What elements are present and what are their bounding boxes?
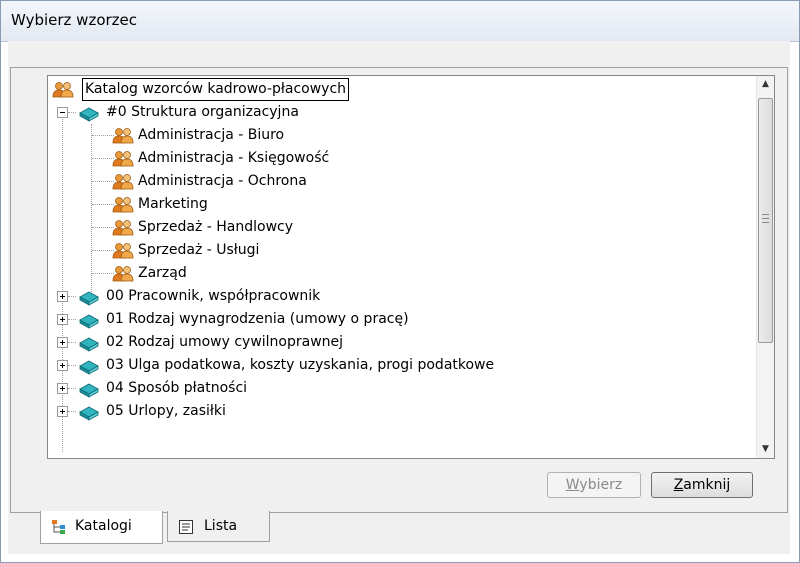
- tree-line: [92, 181, 114, 182]
- tree-line: [68, 342, 76, 343]
- hierarchy-icon: [52, 520, 65, 534]
- title-bar[interactable]: Wybierz wzorzec: [1, 1, 799, 42]
- close-button-label: amknij: [683, 477, 731, 493]
- people-icon: [112, 266, 134, 282]
- tab-lista[interactable]: Lista: [167, 511, 270, 542]
- tree-group-label: 05 Urlopy, zasiłki: [106, 403, 226, 419]
- expand-toggle-icon[interactable]: [57, 383, 68, 394]
- tree-group-label: 04 Sposób płatności: [106, 380, 248, 396]
- tree-child-label: Sprzedaż - Handlowcy: [138, 219, 294, 235]
- dialog-window: Wybierz wzorzec Katalog wzorców kadrowo-…: [0, 0, 800, 563]
- tree-line: [92, 273, 114, 274]
- book-icon: [79, 107, 99, 122]
- people-icon: [112, 174, 134, 190]
- tab-label: Katalogi: [75, 518, 132, 534]
- people-icon: [112, 243, 134, 259]
- tree-group-label: #0 Struktura organizacyjna: [106, 104, 299, 120]
- expand-toggle-icon[interactable]: [57, 314, 68, 325]
- tree-group-label: 00 Pracownik, współpracownik: [106, 288, 321, 304]
- book-icon: [79, 314, 99, 329]
- tree-child-label: Sprzedaż - Usługi: [138, 242, 260, 258]
- tree-line: [68, 319, 76, 320]
- collapse-toggle-icon[interactable]: [57, 107, 68, 118]
- grip-icon: [762, 214, 769, 223]
- tree-line: [91, 124, 92, 292]
- book-icon: [79, 291, 99, 306]
- expand-toggle-icon[interactable]: [57, 406, 68, 417]
- tree-child-label: Administracja - Księgowość: [138, 150, 330, 166]
- tree-group-label: 02 Rodzaj umowy cywilnoprawnej: [106, 334, 344, 350]
- tab-panel: Katalog wzorców kadrowo-płacowych #0 Str…: [10, 67, 788, 513]
- people-icon: [112, 151, 134, 167]
- list-icon: [179, 520, 193, 534]
- scrollbar-thumb[interactable]: [758, 98, 773, 343]
- scroll-up-arrow-icon[interactable]: ▲: [757, 76, 774, 93]
- tree-line: [68, 112, 76, 113]
- tree-line: [92, 204, 114, 205]
- tree-line: [68, 411, 76, 412]
- vertical-scrollbar[interactable]: ▲ ▼: [756, 76, 774, 458]
- tree-child-label: Zarząd: [138, 265, 187, 281]
- tree-line: [92, 227, 114, 228]
- tree-line: [68, 365, 76, 366]
- select-button-accel: W: [565, 477, 580, 493]
- book-icon: [79, 383, 99, 398]
- people-icon: [112, 220, 134, 236]
- tree-line: [68, 296, 76, 297]
- tree-line: [62, 112, 63, 452]
- tree-group-label: 01 Rodzaj wynagrodzenia (umowy o pracę): [106, 311, 409, 327]
- close-button-accel: Z: [673, 477, 684, 493]
- book-icon: [79, 337, 99, 352]
- tree-child-label: Marketing: [138, 196, 208, 212]
- expand-toggle-icon[interactable]: [57, 291, 68, 302]
- people-icon: [112, 128, 134, 144]
- tree-line: [68, 388, 76, 389]
- tree-group-label: 03 Ulga podatkowa, koszty uzyskania, pro…: [106, 357, 495, 373]
- select-button-label: ybierz: [579, 477, 623, 493]
- window-title: Wybierz wzorzec: [11, 11, 138, 29]
- book-icon: [79, 360, 99, 375]
- dialog-body: Katalog wzorców kadrowo-płacowych #0 Str…: [8, 41, 790, 554]
- tree-root-label: Katalog wzorców kadrowo-płacowych: [82, 78, 350, 101]
- tree-child-label: Administracja - Ochrona: [138, 173, 307, 189]
- expand-toggle-icon[interactable]: [57, 360, 68, 371]
- tree-line: [92, 135, 114, 136]
- tree-line: [92, 158, 114, 159]
- expand-toggle-icon[interactable]: [57, 337, 68, 348]
- book-icon: [79, 406, 99, 421]
- tab-label: Lista: [204, 518, 238, 534]
- select-button[interactable]: Wybierz: [547, 472, 641, 498]
- tree-child-label: Administracja - Biuro: [138, 127, 285, 143]
- people-icon: [112, 197, 134, 213]
- people-icon: [52, 82, 74, 98]
- tree-line: [92, 250, 114, 251]
- tab-katalogi[interactable]: Katalogi: [40, 511, 163, 544]
- close-button[interactable]: Zamknij: [651, 472, 753, 498]
- scroll-down-arrow-icon[interactable]: ▼: [757, 441, 774, 458]
- template-tree[interactable]: Katalog wzorców kadrowo-płacowych #0 Str…: [47, 75, 775, 459]
